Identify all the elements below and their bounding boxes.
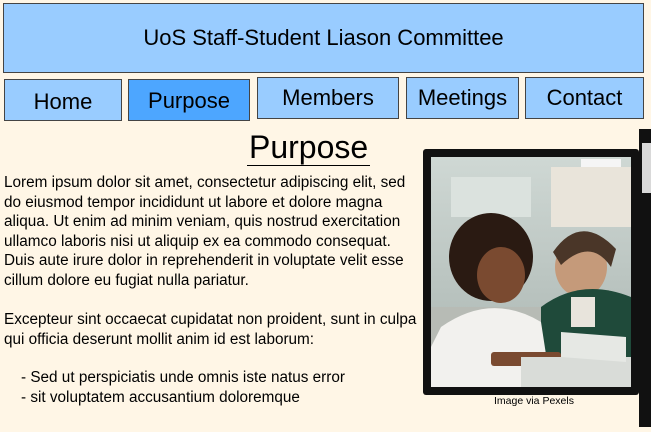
nav-contact-label: Contact bbox=[546, 85, 623, 110]
page-title: Purpose bbox=[247, 129, 371, 166]
scrollbar-thumb[interactable] bbox=[642, 143, 651, 193]
students-illustration bbox=[431, 157, 631, 387]
nav-contact-button[interactable]: Contact bbox=[525, 77, 644, 119]
nav-meetings-label: Meetings bbox=[417, 85, 508, 110]
bullet-list: - Sed ut perspiciatis unde omnis iste na… bbox=[21, 368, 345, 408]
nav-home-button[interactable]: Home bbox=[4, 79, 122, 121]
nav-meetings-button[interactable]: Meetings bbox=[406, 77, 519, 119]
image-caption: Image via Pexels bbox=[494, 395, 574, 407]
site-header: UoS Staff-Student Liason Committee bbox=[3, 3, 644, 73]
students-photo-frame bbox=[423, 149, 639, 395]
list-item: - sit voluptatem accusantium doloremque bbox=[21, 389, 300, 406]
nav-purpose-label: Purpose bbox=[148, 88, 230, 113]
students-photo bbox=[431, 157, 631, 387]
nav-members-label: Members bbox=[282, 85, 374, 110]
intro-paragraph: Lorem ipsum dolor sit amet, consectetur … bbox=[4, 174, 406, 289]
second-paragraph: Excepteur sint occaecat cupidatat non pr… bbox=[4, 311, 417, 348]
nav-home-label: Home bbox=[33, 89, 93, 114]
site-title: UoS Staff-Student Liason Committee bbox=[143, 25, 504, 50]
list-item: - Sed ut perspiciatis unde omnis iste na… bbox=[21, 369, 345, 386]
nav-members-button[interactable]: Members bbox=[257, 77, 399, 119]
nav-purpose-button[interactable]: Purpose bbox=[128, 79, 250, 121]
